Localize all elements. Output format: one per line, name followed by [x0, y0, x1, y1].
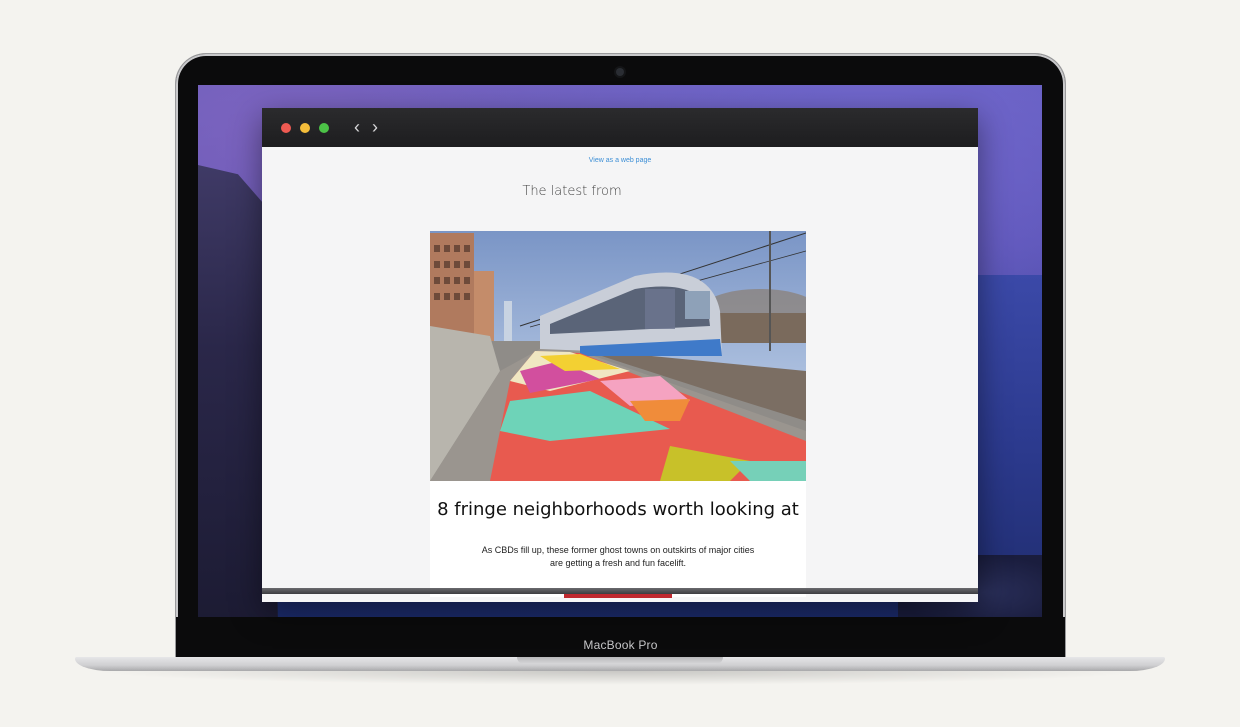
browser-titlebar: ‹ ›: [262, 108, 978, 147]
article-headline[interactable]: 8 fringe neighborhoods worth looking at: [430, 499, 806, 520]
intro-text: The latest from: [522, 184, 622, 199]
model-label: MacBook Pro: [583, 638, 658, 652]
laptop-shadow: [90, 671, 1150, 685]
maximize-window-button[interactable]: [319, 123, 329, 133]
light-rail-train: [540, 272, 722, 356]
camera-icon: [616, 68, 624, 76]
laptop-notch: [517, 657, 723, 664]
view-as-web-page-link[interactable]: View as a web page: [262, 157, 978, 164]
distant-tower: [504, 301, 512, 341]
building-mid: [474, 271, 494, 341]
browser-window: ‹ › View as a web page The latest from 8…: [262, 108, 978, 602]
article-card[interactable]: 8 fringe neighborhoods worth looking at …: [430, 231, 806, 598]
minimize-window-button[interactable]: [300, 123, 310, 133]
article-hero-image[interactable]: [430, 231, 806, 481]
email-body: View as a web page The latest from 8 fri…: [262, 147, 978, 598]
light-rail-photo: [430, 231, 806, 481]
close-window-button[interactable]: [281, 123, 291, 133]
article-summary: As CBDs fill up, these former ghost town…: [481, 545, 755, 568]
back-arrow-icon[interactable]: ‹: [349, 117, 365, 137]
window-bottom-edge: [262, 588, 978, 594]
forward-arrow-icon[interactable]: ›: [367, 117, 383, 137]
